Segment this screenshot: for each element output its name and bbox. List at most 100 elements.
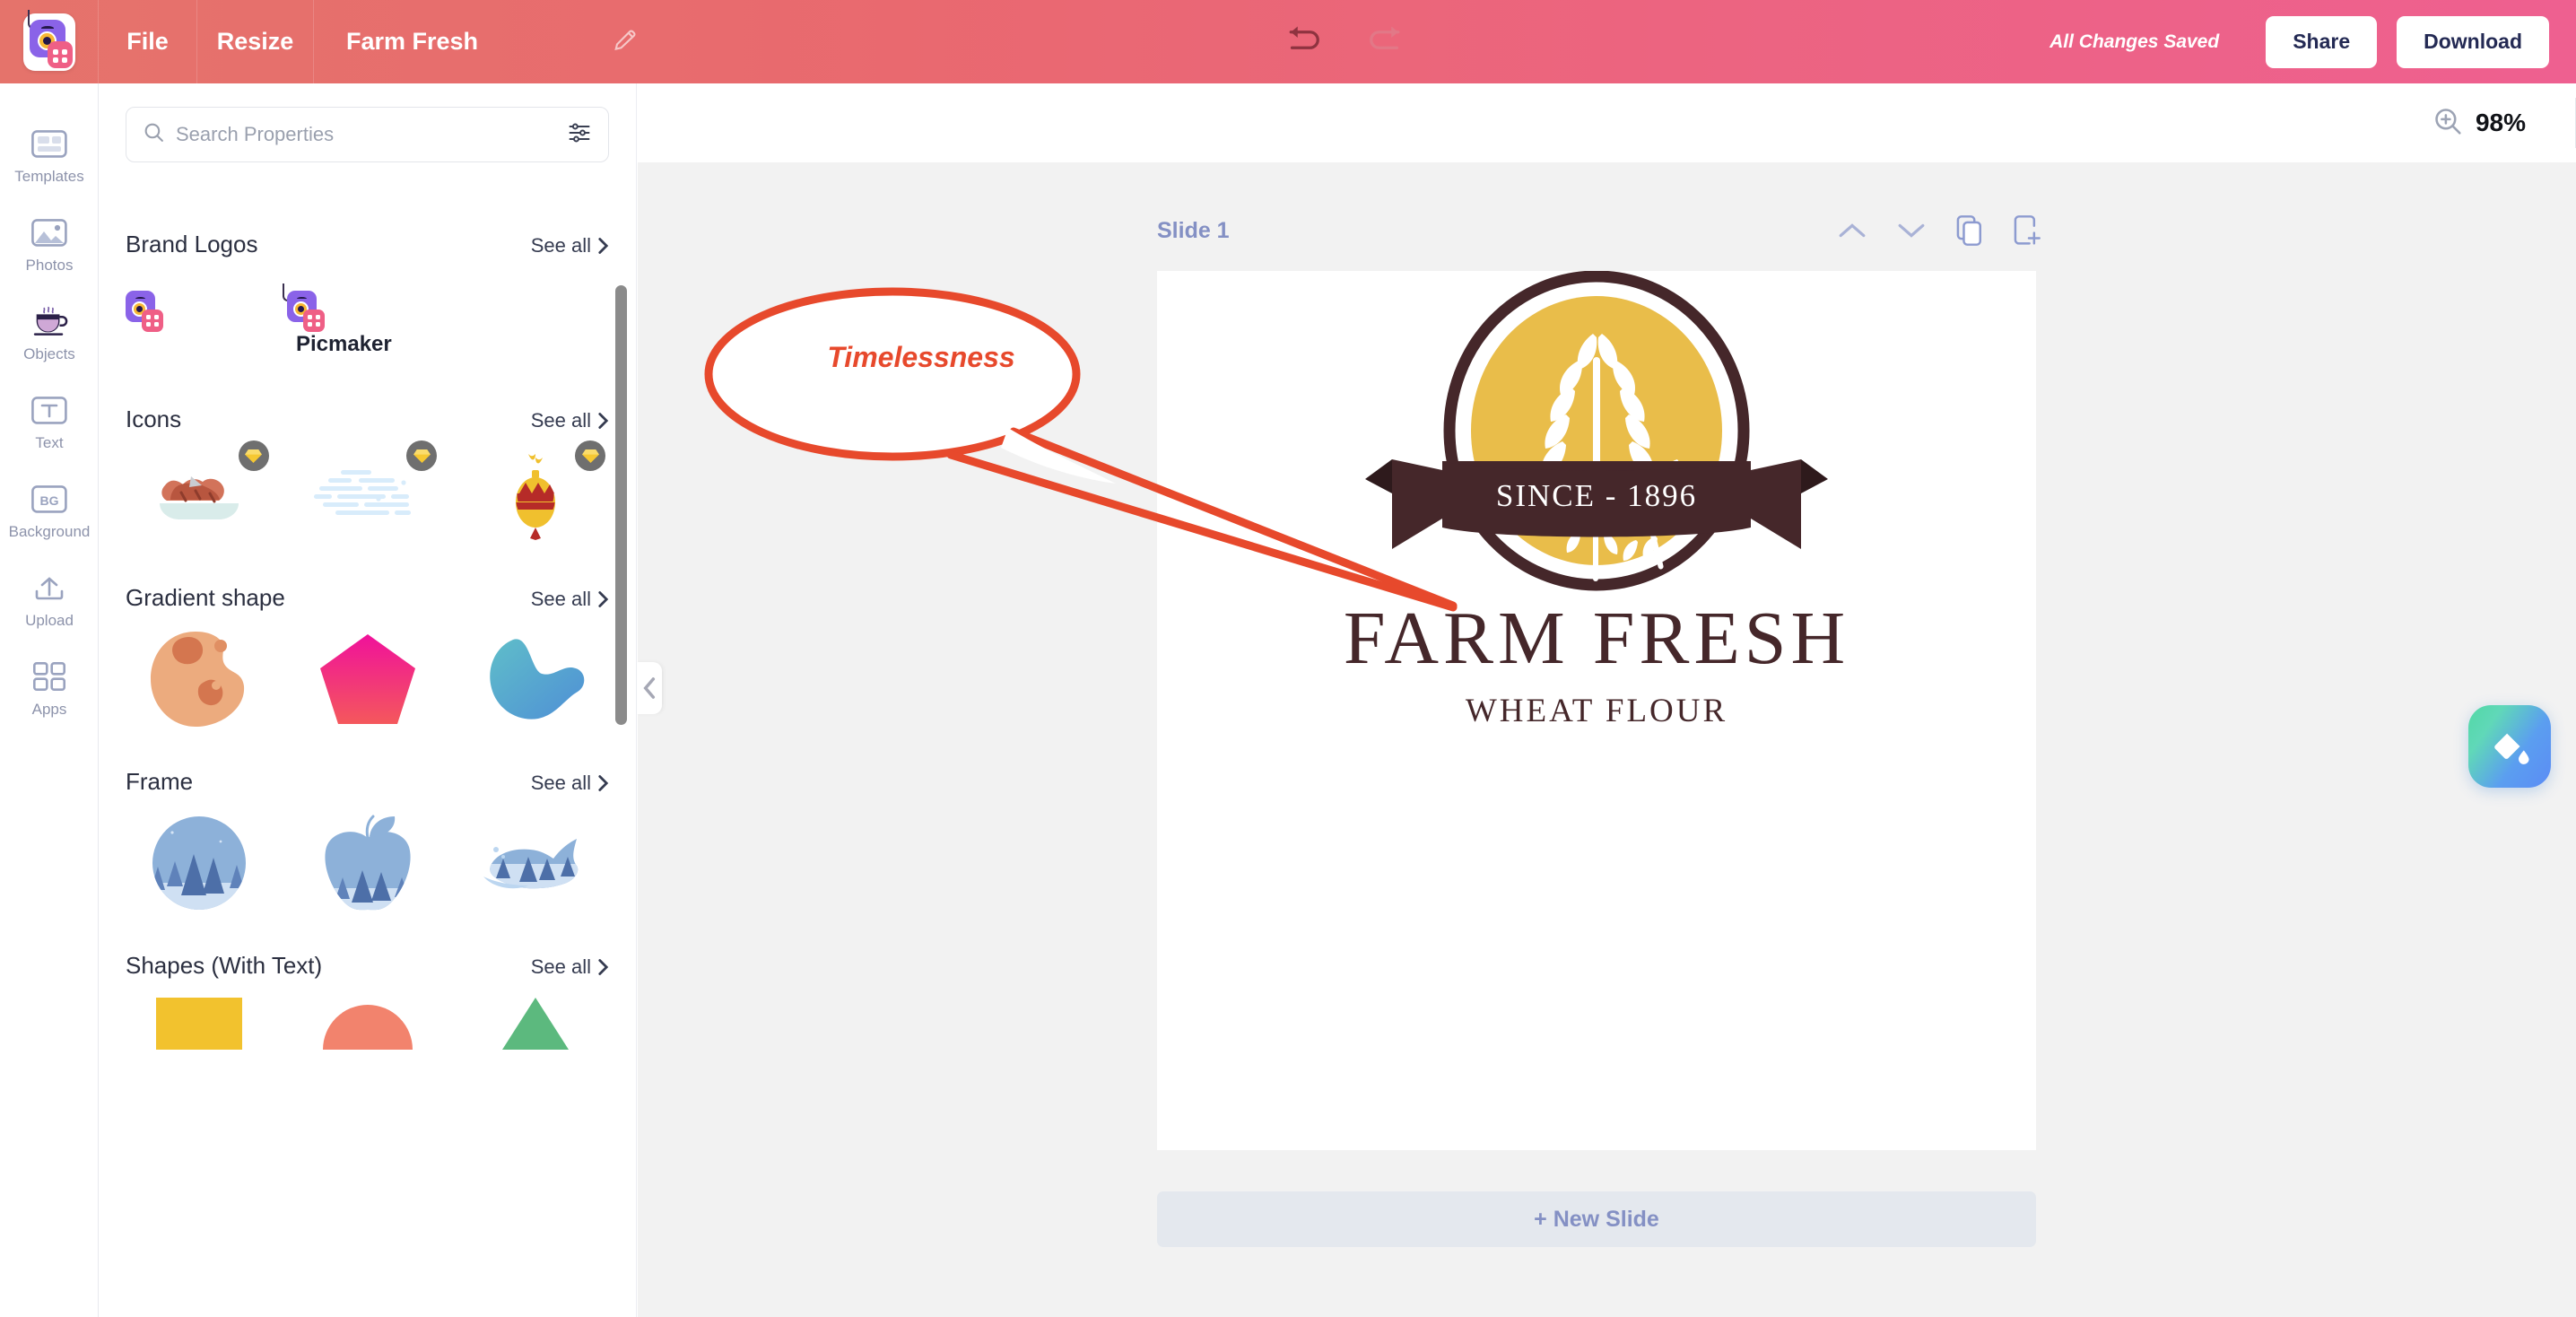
chevron-up-icon: [1839, 223, 1866, 238]
brand-subtitle: WHEAT FLOUR: [1465, 693, 1728, 729]
share-button[interactable]: Share: [2266, 15, 2378, 68]
wheat-emblem-icon: SINCE - 1896: [1365, 271, 1828, 591]
section-shapes-with-text: Shapes (With Text) See all: [99, 952, 636, 1051]
search-icon: [143, 121, 165, 148]
pencil-icon[interactable]: [613, 26, 640, 57]
icon-roast-dish[interactable]: [126, 440, 273, 545]
brand-logo-label: Picmaker: [296, 332, 392, 356]
section-title: Gradient shape: [126, 584, 285, 611]
chevron-down-icon: [1898, 223, 1925, 238]
duplicate-icon: [1956, 215, 1982, 246]
picmaker-logo-icon: [22, 9, 75, 71]
sidebar-item-upload[interactable]: Upload: [0, 556, 99, 645]
sidebar-item-label: Text: [35, 434, 64, 451]
section-title: Brand Logos: [126, 231, 258, 257]
gradient-blob-blue[interactable]: [462, 630, 609, 728]
see-all-frame[interactable]: See all: [531, 772, 609, 795]
zoom-in-icon[interactable]: [2432, 106, 2463, 141]
diamond-icon: [245, 449, 263, 463]
icon-ornament[interactable]: [462, 440, 609, 545]
header-actions: All Changes Saved Share Download: [2049, 15, 2576, 68]
save-status: All Changes Saved: [2049, 31, 2220, 52]
project-title[interactable]: Farm Fresh: [314, 0, 496, 83]
sidebar-item-templates[interactable]: Templates: [0, 112, 99, 201]
sidebar-item-background[interactable]: BG Background: [0, 467, 99, 556]
filter-sliders-icon[interactable]: [567, 120, 592, 150]
undo-icon[interactable]: [1281, 22, 1326, 62]
file-menu[interactable]: File: [99, 0, 197, 83]
brand-title: FARM FRESH: [1343, 597, 1850, 680]
apps-grid-icon: [30, 660, 68, 693]
sidebar-item-label: Objects: [23, 345, 75, 362]
redo-icon[interactable]: [1363, 22, 1408, 62]
zoom-level: 98%: [2475, 109, 2526, 136]
download-button[interactable]: Download: [2397, 15, 2550, 68]
see-all-label: See all: [530, 772, 591, 794]
gradient-pentagon-pink[interactable]: [294, 630, 441, 728]
slide-label: Slide 1: [1157, 217, 1230, 243]
templates-icon: [30, 127, 68, 160]
search-input[interactable]: [176, 123, 567, 146]
svg-text:BG: BG: [40, 493, 59, 508]
brand-logo-wordmark[interactable]: Picmaker: [283, 283, 422, 366]
paint-bucket-fab[interactable]: [2468, 705, 2551, 788]
annotation-label: Timelessness: [827, 341, 1015, 373]
chevron-right-icon: [598, 413, 609, 429]
background-icon: BG: [30, 483, 68, 515]
collapse-panel-button[interactable]: [637, 662, 662, 714]
add-slide-button[interactable]: [2014, 215, 2041, 246]
shape-rectangle-yellow[interactable]: [126, 998, 273, 1051]
section-title: Shapes (With Text): [126, 952, 323, 979]
gradient-blob-orange[interactable]: [126, 630, 273, 728]
sidebar-item-text[interactable]: Text: [0, 379, 99, 467]
section-gradient-shape: Gradient shape See all: [99, 584, 636, 728]
frame-circle-forest[interactable]: [126, 814, 273, 912]
chevron-right-icon: [598, 959, 609, 975]
chevron-right-icon: [598, 591, 609, 607]
slide-canvas[interactable]: SINCE - 1896 FARM FRESH WHEAT FLOUR: [1157, 271, 2036, 1150]
sidebar-item-label: Apps: [31, 701, 67, 718]
see-all-shapes-with-text[interactable]: See all: [531, 955, 609, 979]
see-all-label: See all: [530, 588, 591, 610]
farm-fresh-logo-artwork: SINCE - 1896 FARM FRESH WHEAT FLOUR: [1157, 271, 2036, 1150]
left-rail: Templates Photos Objects Text BG Backgro…: [0, 83, 99, 1317]
upload-icon: [30, 571, 68, 604]
chevron-right-icon: [598, 238, 609, 254]
diamond-icon: [413, 449, 431, 463]
see-all-brand-logos[interactable]: See all: [531, 234, 609, 257]
section-title: Frame: [126, 768, 194, 795]
move-slide-up-button[interactable]: [1838, 221, 1867, 240]
sidebar-item-apps[interactable]: Apps: [0, 645, 99, 734]
properties-panel: Brand Logos See all: [99, 83, 637, 1317]
paint-bucket-icon: [2494, 730, 2529, 764]
objects-coffee-cup-icon: [30, 305, 68, 337]
shape-semicircle-coral[interactable]: [294, 998, 441, 1051]
panel-search-area: [99, 83, 636, 162]
app-logo[interactable]: [0, 0, 99, 83]
resize-menu[interactable]: Resize: [197, 0, 314, 83]
slide-tools: [1838, 215, 2041, 246]
new-slide-button[interactable]: + New Slide: [1157, 1191, 2036, 1247]
slide-header: Slide 1: [1157, 215, 2041, 246]
see-all-gradient-shape[interactable]: See all: [531, 588, 609, 611]
shape-triangle-green[interactable]: [462, 998, 609, 1051]
see-all-label: See all: [530, 409, 591, 432]
duplicate-slide-button[interactable]: [1956, 215, 1983, 246]
sidebar-item-label: Photos: [25, 257, 74, 274]
sidebar-item-objects[interactable]: Objects: [0, 290, 99, 379]
section-icons: Icons See all: [99, 406, 636, 545]
see-all-icons[interactable]: See all: [531, 409, 609, 432]
frame-apple-forest[interactable]: [294, 814, 441, 912]
diamond-icon: [581, 449, 599, 463]
zoom-control[interactable]: 98%: [2432, 106, 2526, 141]
frame-whale-forest[interactable]: [462, 814, 609, 912]
search-box[interactable]: [126, 107, 609, 162]
history-controls: [1281, 22, 1408, 62]
add-page-icon: [2014, 215, 2041, 245]
move-slide-down-button[interactable]: [1897, 221, 1926, 240]
sidebar-item-photos[interactable]: Photos: [0, 201, 99, 290]
picmaker-editor: File Resize Farm Fresh All Changes Saved…: [0, 0, 2576, 1317]
icon-cloud[interactable]: [294, 440, 441, 545]
panel-scrollbar[interactable]: [615, 285, 627, 725]
brand-logo-mark[interactable]: [126, 291, 260, 366]
